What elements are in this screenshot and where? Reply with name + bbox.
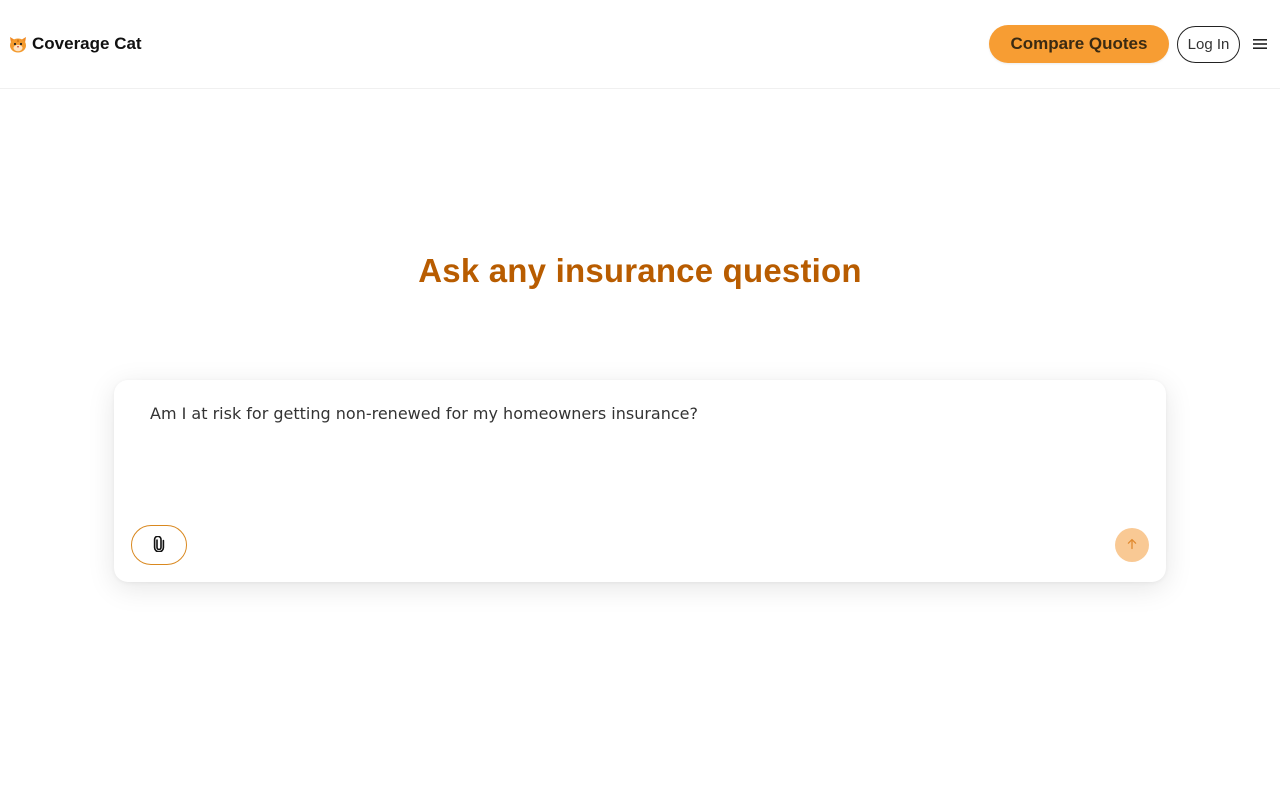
arrow-up-icon (1126, 538, 1138, 553)
site-header: Coverage Cat Compare Quotes Log In (0, 0, 1280, 89)
attach-button[interactable] (131, 525, 187, 565)
question-input[interactable] (150, 402, 1130, 492)
hamburger-menu-icon[interactable] (1248, 32, 1272, 56)
cat-face-icon (8, 34, 28, 54)
send-button[interactable] (1115, 528, 1149, 562)
page-title: Ask any insurance question (418, 252, 862, 289)
brand-name: Coverage Cat (32, 34, 142, 53)
paperclip-icon (153, 535, 165, 555)
login-button[interactable]: Log In (1177, 25, 1240, 63)
brand-link[interactable]: Coverage Cat (8, 34, 142, 54)
header-actions: Compare Quotes Log In (989, 25, 1272, 63)
compare-quotes-button[interactable]: Compare Quotes (989, 25, 1169, 63)
chat-composer (114, 380, 1166, 582)
